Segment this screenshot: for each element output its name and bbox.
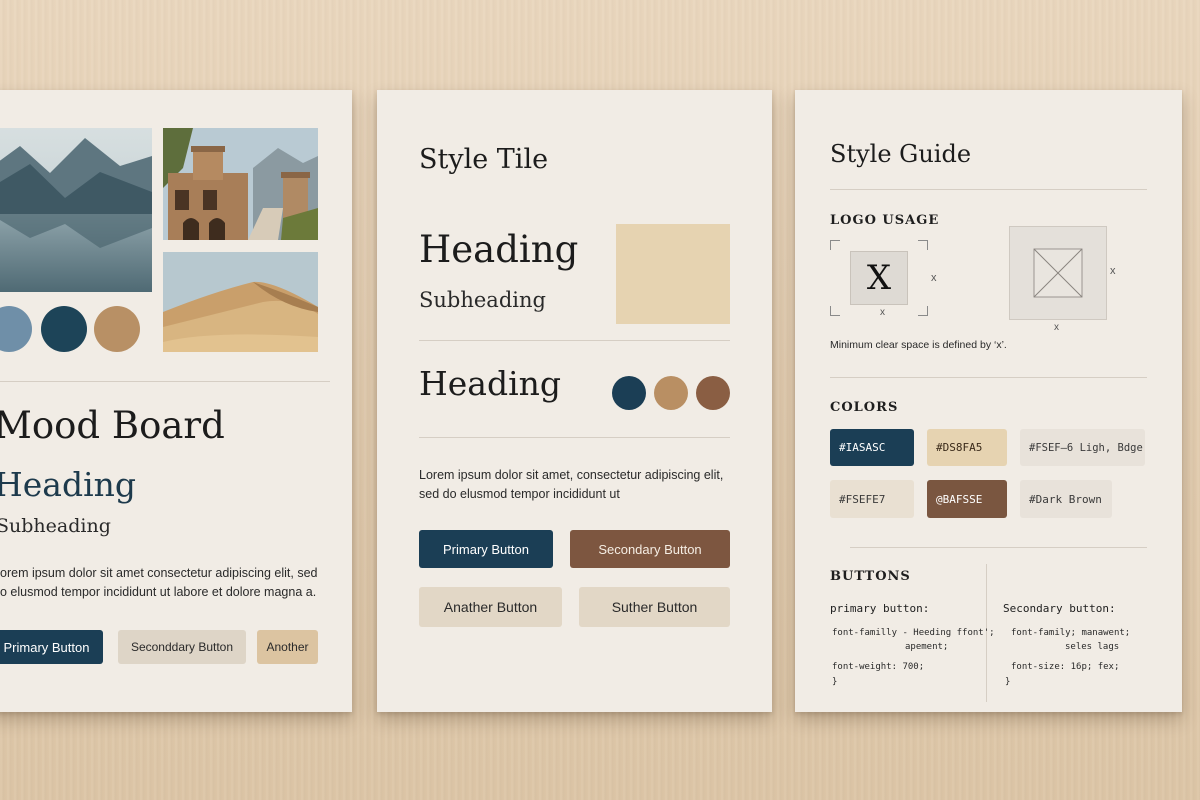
- desert-dunes-image: [163, 252, 318, 352]
- style-tile-another-button[interactable]: Anather Button: [419, 587, 562, 627]
- primary-spec-line: font-familly - Heeding ffont';: [832, 628, 995, 638]
- style-tile-card: Style Tile Heading Subheading Heading Lo…: [377, 90, 772, 712]
- primary-spec-line: }: [832, 677, 838, 687]
- corner-mark: [830, 240, 840, 250]
- primary-button-spec-label: primary button:: [830, 602, 930, 615]
- villa-building-image: [163, 128, 318, 240]
- clear-space-x-label: x: [880, 307, 885, 318]
- style-guide-title: Style Guide: [830, 140, 972, 168]
- mood-board-secondary-button[interactable]: Seconddary Button: [118, 630, 246, 664]
- buttons-section-title: BUTTONS: [830, 569, 911, 584]
- mood-board-divider: [0, 381, 330, 382]
- style-tile-heading: Heading: [419, 228, 579, 271]
- style-tile-divider-1: [419, 340, 730, 341]
- logo-x-mark: X: [850, 251, 908, 305]
- lake-mountains-image: [0, 128, 152, 292]
- style-tile-body-line1: Lorem ipsum dolor sit amet, consectetur …: [419, 468, 724, 482]
- mood-board-body-line1: orem ipsum dolor sit amet consectetur ad…: [0, 566, 318, 580]
- primary-spec-line: font-weight: 700;: [832, 662, 925, 672]
- placeholder-x-icon: [1033, 248, 1083, 298]
- secondary-spec-line: font-size: 16p; fex;: [1011, 662, 1120, 672]
- color-chip-beige: #DS8FA5: [927, 429, 1007, 466]
- logo-usage-title: LOGO USAGE: [830, 213, 940, 228]
- style-tile-secondary-button[interactable]: Secondary Button: [570, 530, 730, 568]
- color-chip-light-beige: #FSEF–6 Ligh, Bdge: [1020, 429, 1145, 466]
- primary-spec-line: apement;: [905, 642, 949, 652]
- swatch-blue-gray: [0, 306, 32, 352]
- secondary-button-spec-label: Secondary button:: [1003, 602, 1116, 615]
- logo-placeholder-frame: [1009, 226, 1107, 320]
- clear-space-x-label: x: [1054, 322, 1059, 333]
- mood-board-another-button[interactable]: Another: [257, 630, 318, 664]
- mood-board-heading: Heading: [0, 465, 137, 504]
- secondary-spec-line: seles lags: [1065, 642, 1120, 652]
- color-chip-brown: @BAFSSE: [927, 480, 1007, 518]
- style-tile-subheading: Subheading: [419, 288, 546, 312]
- mood-board-title: Mood Board: [0, 404, 225, 447]
- swatch-brown: [696, 376, 730, 410]
- style-tile-primary-button[interactable]: Primary Button: [419, 530, 553, 568]
- colors-title: COLORS: [830, 400, 899, 415]
- style-guide-divider-1: [830, 189, 1147, 190]
- mood-board-primary-button[interactable]: Primary Button: [0, 630, 103, 664]
- color-chip-navy: #IASASC: [830, 429, 914, 466]
- secondary-spec-line: font-family; manawent;: [1011, 628, 1131, 638]
- logo-usage-note: Minimum clear space is defined by ‘x’.: [830, 339, 1007, 351]
- secondary-spec-line: }: [1005, 677, 1011, 687]
- style-tile-title: Style Tile: [419, 144, 549, 175]
- corner-mark: [918, 306, 928, 316]
- clear-space-x-label: x: [1110, 265, 1116, 277]
- color-chip-cream: #FSEFE7: [830, 480, 914, 518]
- swatch-navy: [612, 376, 646, 410]
- style-tile-heading-second: Heading: [419, 364, 562, 403]
- logo-clear-space-frame: X: [830, 240, 928, 316]
- corner-mark: [918, 240, 928, 250]
- beige-swatch-square: [616, 224, 730, 324]
- style-tile-other-button[interactable]: Suther Button: [579, 587, 730, 627]
- style-guide-card: Style Guide LOGO USAGE X x x x x Minimum…: [795, 90, 1182, 712]
- style-tile-body-line2: sed do elusmod tempor incididunt ut: [419, 487, 620, 501]
- style-tile-divider-2: [419, 437, 730, 438]
- swatch-navy: [41, 306, 87, 352]
- mood-board-body-line2: o elusmod tempor incididunt ut labore et…: [0, 585, 317, 599]
- corner-mark: [830, 306, 840, 316]
- swatch-tan: [654, 376, 688, 410]
- swatch-tan: [94, 306, 140, 352]
- style-guide-divider-2: [830, 377, 1147, 378]
- color-chip-dark-brown: #Dark Brown: [1020, 480, 1112, 518]
- mood-board-subheading: Subheading: [0, 515, 111, 537]
- clear-space-x-label: x: [931, 272, 937, 284]
- style-guide-divider-3: [850, 547, 1147, 548]
- mood-board-card: Mood Board Heading Subheading orem ipsum…: [0, 90, 352, 712]
